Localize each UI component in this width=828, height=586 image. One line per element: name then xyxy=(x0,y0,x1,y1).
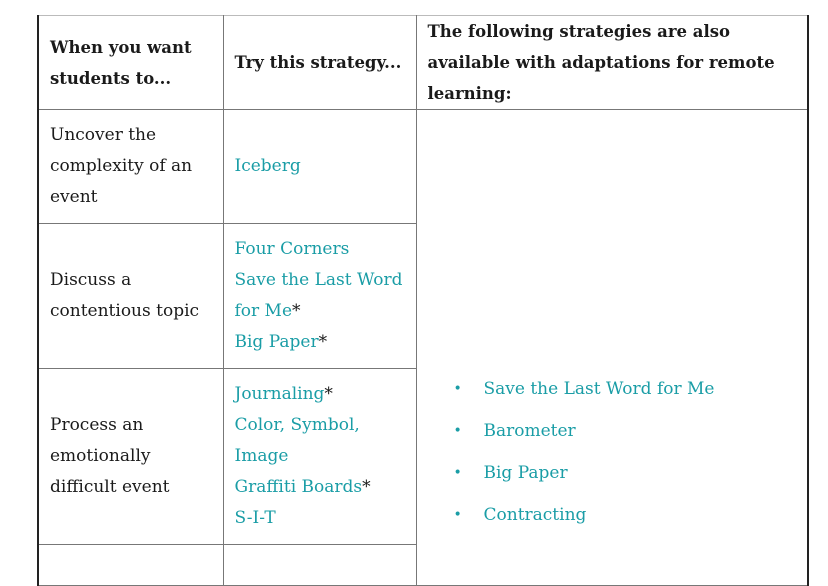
list-item: • Save the Last Word for Me xyxy=(454,368,797,410)
list-item: • Big Paper xyxy=(454,452,797,494)
goal-cell: Uncover the complexity of an event xyxy=(37,109,224,224)
remote-cell: • Save the Last Word for Me • Barometer • B… xyxy=(415,109,809,586)
header-strategy: Try this strategy... xyxy=(222,15,417,110)
remote-strategy-link[interactable]: Big Paper xyxy=(484,463,568,483)
goal-cell: Process an emotionally difficult event xyxy=(37,368,224,545)
strategy-item: Save the Last Word for Me* xyxy=(235,265,405,327)
remote-strategy-list: • Save the Last Word for Me • Barometer • B… xyxy=(428,368,797,536)
asterisk: * xyxy=(362,477,371,497)
header-goal: When you want students to... xyxy=(37,15,224,110)
bullet-icon: • xyxy=(453,381,462,397)
strategy-cell: Iceberg xyxy=(222,109,417,224)
strategy-cell: Journaling* Color, Symbol, Image Graffit… xyxy=(222,368,417,545)
strategy-item: Iceberg xyxy=(235,151,405,182)
strategy-item: Four Corners xyxy=(235,234,405,265)
bullet-icon: • xyxy=(453,465,462,481)
remote-strategy-link[interactable]: Save the Last Word for Me xyxy=(484,379,715,399)
strategy-item: Color, Symbol, Image xyxy=(235,410,405,472)
remote-strategy-link[interactable]: Contracting xyxy=(484,505,587,525)
strategy-item: Big Paper* xyxy=(235,327,405,358)
strategy-link[interactable]: Iceberg xyxy=(235,156,301,176)
goal-cell: Discuss a contentious topic xyxy=(37,223,224,369)
list-item: • Barometer xyxy=(454,410,797,452)
strategy-link[interactable]: Journaling xyxy=(235,384,325,404)
strategy-link[interactable]: Four Corners xyxy=(235,239,350,259)
strategies-table: When you want students to... Try this st… xyxy=(37,15,809,586)
table-row: Uncover the complexity of an event Icebe… xyxy=(37,109,809,586)
bullet-icon: • xyxy=(453,423,462,439)
strategy-link[interactable]: S-I-T xyxy=(235,508,276,528)
list-item: • Contracting xyxy=(454,494,797,536)
remote-strategy-link[interactable]: Barometer xyxy=(484,421,576,441)
asterisk: * xyxy=(324,384,333,404)
strategy-link[interactable]: Color, Symbol, Image xyxy=(235,415,360,466)
bullet-icon: • xyxy=(453,507,462,523)
strategy-link[interactable]: Graffiti Boards xyxy=(235,477,363,497)
goal-cell xyxy=(37,544,224,586)
strategy-link[interactable]: Big Paper xyxy=(235,332,319,352)
strategy-cell: Four Corners Save the Last Word for Me* … xyxy=(222,223,417,369)
asterisk: * xyxy=(292,301,301,321)
header-row: When you want students to... Try this st… xyxy=(37,15,809,110)
strategy-item: S-I-T xyxy=(235,503,405,534)
asterisk: * xyxy=(318,332,328,352)
strategy-item: Graffiti Boards* xyxy=(235,472,405,503)
strategy-cell xyxy=(222,544,417,586)
header-remote: The following strategies are also availa… xyxy=(415,15,809,110)
strategy-item: Journaling* xyxy=(235,379,405,410)
strategy-link[interactable]: Save the Last Word for Me xyxy=(235,270,403,321)
